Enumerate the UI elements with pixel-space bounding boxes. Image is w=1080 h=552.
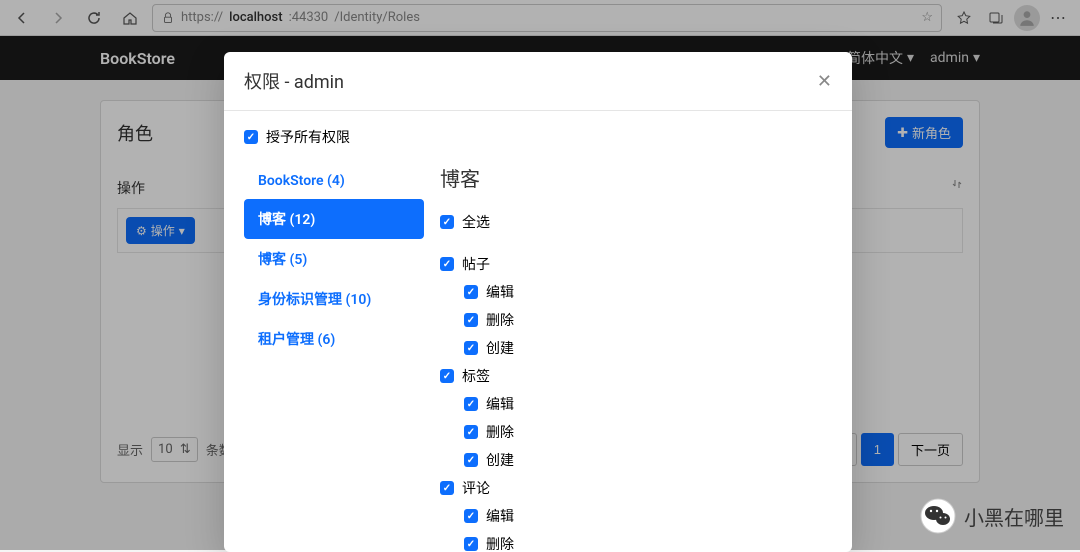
permission-group[interactable]: 评论 [440, 474, 816, 502]
permission-tabs: BookStore (4) 博客 (12) 博客 (5) 身份标识管理 (10)… [244, 163, 424, 552]
checkbox-icon [464, 425, 478, 439]
permission-group[interactable]: 帖子 [440, 250, 816, 278]
permission-heading: 博客 [440, 163, 816, 192]
grant-all-label: 授予所有权限 [266, 127, 350, 147]
permission-item-label: 编辑 [486, 282, 514, 302]
permission-item-label: 创建 [486, 338, 514, 358]
modal-title: 权限 - admin [244, 68, 344, 94]
permission-item[interactable]: 删除 [464, 530, 816, 552]
tab-bookstore[interactable]: BookStore (4) [244, 163, 424, 199]
permission-item-label: 创建 [486, 450, 514, 470]
checkbox-icon [440, 369, 454, 383]
select-all-checkbox[interactable]: 全选 [440, 208, 816, 236]
permission-item[interactable]: 编辑 [464, 502, 816, 530]
checkbox-icon [464, 509, 478, 523]
checkbox-icon [464, 397, 478, 411]
permission-item-label: 删除 [486, 534, 514, 552]
checkbox-icon [464, 453, 478, 467]
permission-content: 博客 全选 帖子编辑删除创建标签编辑删除创建评论编辑删除创建 [424, 163, 832, 552]
permission-group-label: 帖子 [462, 254, 490, 274]
permission-item[interactable]: 编辑 [464, 390, 816, 418]
permission-item-label: 编辑 [486, 394, 514, 414]
permission-item-label: 删除 [486, 310, 514, 330]
tab-blog[interactable]: 博客 (12) [244, 199, 424, 239]
tab-identity[interactable]: 身份标识管理 (10) [244, 279, 424, 319]
tab-blog-2[interactable]: 博客 (5) [244, 239, 424, 279]
tab-tenant[interactable]: 租户管理 (6) [244, 319, 424, 359]
checkbox-icon [464, 313, 478, 327]
permission-item-label: 编辑 [486, 506, 514, 526]
checkbox-icon [440, 215, 454, 229]
permission-item[interactable]: 删除 [464, 306, 816, 334]
permission-item[interactable]: 编辑 [464, 278, 816, 306]
checkbox-icon [464, 285, 478, 299]
permission-group-label: 标签 [462, 366, 490, 386]
checkbox-icon [440, 481, 454, 495]
permission-group-label: 评论 [462, 478, 490, 498]
permission-item[interactable]: 创建 [464, 334, 816, 362]
checkbox-icon [440, 257, 454, 271]
checkbox-icon [464, 537, 478, 551]
permissions-modal: 权限 - admin ✕ 授予所有权限 BookStore (4) 博客 (12… [224, 52, 852, 552]
close-button[interactable]: ✕ [817, 71, 832, 92]
watermark: 小黑在哪里 [920, 498, 1064, 534]
permission-item[interactable]: 创建 [464, 446, 816, 474]
checkbox-icon [244, 130, 258, 144]
permission-group[interactable]: 标签 [440, 362, 816, 390]
watermark-text: 小黑在哪里 [964, 502, 1064, 531]
permission-item[interactable]: 删除 [464, 418, 816, 446]
checkbox-icon [464, 341, 478, 355]
select-all-label: 全选 [462, 212, 490, 232]
wechat-icon [920, 498, 956, 534]
grant-all-checkbox[interactable]: 授予所有权限 [244, 127, 832, 147]
permission-item-label: 删除 [486, 422, 514, 442]
